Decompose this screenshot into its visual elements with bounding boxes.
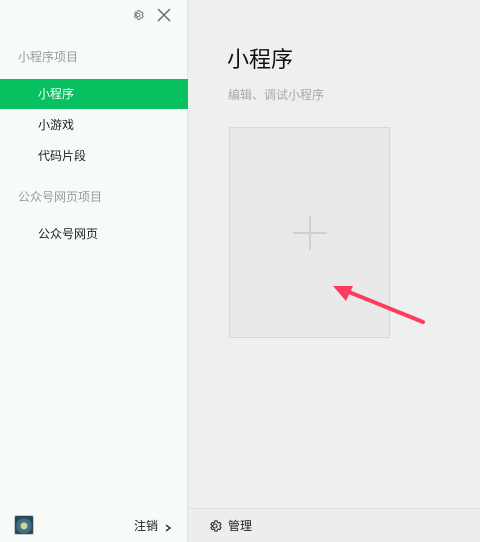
sidebar-item-label: 小游戏 [38, 118, 75, 132]
avatar[interactable] [14, 515, 34, 535]
manage-label: 管理 [228, 519, 253, 533]
manage-button[interactable]: 管理 [208, 517, 252, 534]
main-panel: 小程序 编辑、调试小程序 管理 [188, 0, 480, 542]
sidebar: 小程序项目 小程序 小游戏 代码片段 公众号网页项目 公众号网页 注销 [0, 0, 188, 542]
chevron-right-icon [164, 521, 172, 532]
sidebar-item-official-account-webpage[interactable]: 公众号网页 [0, 219, 188, 249]
sidebar-item-miniprogram[interactable]: 小程序 [0, 79, 188, 109]
gear-icon [208, 519, 222, 533]
sidebar-item-minigame[interactable]: 小游戏 [0, 110, 188, 140]
sidebar-item-label: 代码片段 [38, 149, 87, 163]
sidebar-item-label: 小程序 [38, 87, 75, 101]
window-controls [129, 6, 173, 24]
plus-icon [292, 215, 327, 250]
sidebar-footer: 注销 [0, 508, 188, 542]
settings-icon[interactable] [129, 6, 147, 24]
sidebar-item-label: 公众号网页 [38, 227, 99, 241]
page-subtitle: 编辑、调试小程序 [228, 88, 325, 102]
section-label-miniprogram-projects: 小程序项目 [18, 50, 79, 64]
create-project-card[interactable] [229, 127, 390, 338]
logout-button[interactable]: 注销 [134, 517, 172, 534]
sidebar-item-code-snippet[interactable]: 代码片段 [0, 141, 188, 171]
page-title: 小程序 [227, 48, 294, 73]
close-icon[interactable] [155, 6, 173, 24]
main-footer: 管理 [188, 508, 480, 542]
section-label-official-account-projects: 公众号网页项目 [18, 190, 103, 204]
logout-label: 注销 [133, 518, 158, 533]
